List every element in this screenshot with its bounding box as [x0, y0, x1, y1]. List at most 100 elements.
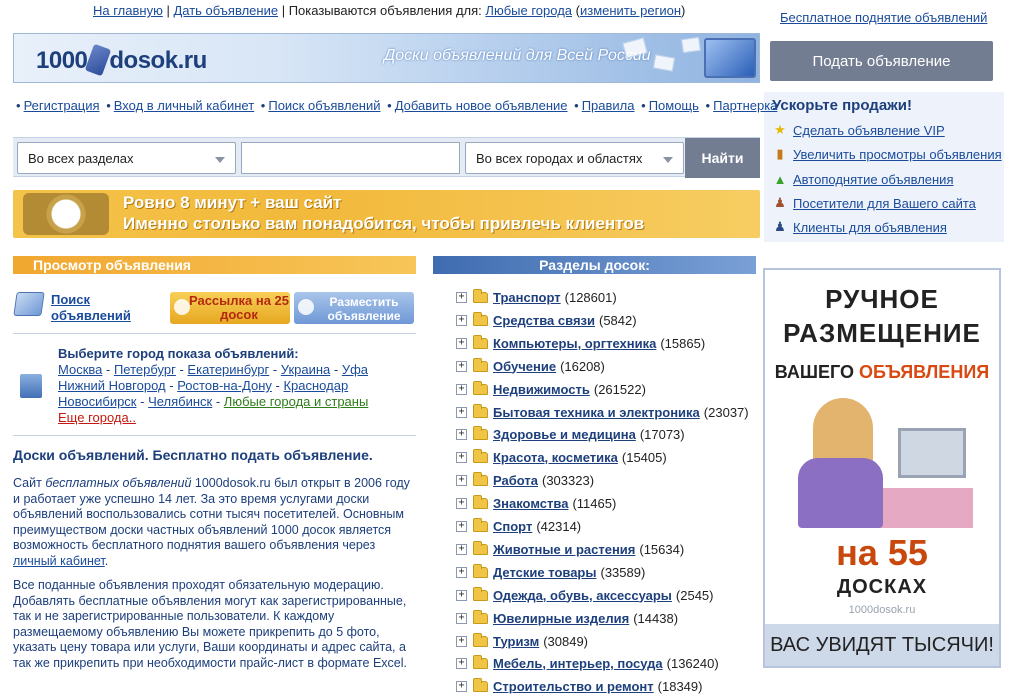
category-link[interactable]: Детские товары — [493, 565, 596, 580]
category-row[interactable]: + Работа (303323) — [456, 471, 594, 489]
nav-partner[interactable]: Партнерка — [713, 98, 777, 113]
category-row[interactable]: + Строительство и ремонт (18349) — [456, 677, 702, 695]
category-row[interactable]: + Детские товары (33589) — [456, 563, 645, 581]
any-cities-countries-link[interactable]: Любые города и страны — [224, 394, 369, 409]
home-link[interactable]: На главную — [93, 3, 163, 18]
search-ads-link[interactable]: Поиск объявлений — [51, 292, 146, 324]
expand-icon[interactable]: + — [456, 291, 467, 303]
city-link[interactable]: Петербург — [114, 362, 176, 377]
place-ad-button[interactable]: Разместить объявление — [294, 292, 414, 324]
nav-add-ad[interactable]: Добавить новое объявление — [395, 98, 568, 113]
category-link[interactable]: Спорт — [493, 519, 532, 534]
manual-placement-ad[interactable]: РУЧНОЕ РАЗМЕЩЕНИЕ ВАШЕГО ОБЪЯВЛЕНИЯ на 5… — [763, 268, 1001, 668]
city-link[interactable]: Челябинск — [148, 394, 212, 409]
boost-item-autoraise[interactable]: ▲ Автоподнятие объявления — [772, 169, 954, 189]
category-row[interactable]: + Туризм (30849) — [456, 632, 588, 650]
boost-item-visitors[interactable]: ♟ Посетители для Вашего сайта — [772, 193, 976, 213]
city-link[interactable]: Украина — [281, 362, 331, 377]
expand-icon[interactable]: + — [456, 543, 467, 555]
site-logo[interactable]: 1000 dosok.ru — [36, 43, 207, 77]
expand-icon[interactable]: + — [456, 566, 467, 578]
post-ad-button[interactable]: Подать объявление — [770, 41, 993, 81]
section-select[interactable]: Во всех разделах — [17, 142, 236, 174]
expand-icon[interactable]: + — [456, 589, 467, 601]
category-row[interactable]: + Знакомства (11465) — [456, 494, 616, 512]
nav-help[interactable]: Помощь — [649, 98, 699, 113]
category-link[interactable]: Животные и растения — [493, 542, 635, 557]
search-button[interactable]: Найти — [685, 138, 760, 178]
category-link[interactable]: Строительство и ремонт — [493, 679, 654, 694]
city-link[interactable]: Уфа — [342, 362, 368, 377]
boost-item-label[interactable]: Увеличить просмотры объявления — [793, 147, 1002, 162]
category-row[interactable]: + Одежда, обувь, аксессуары (2545) — [456, 586, 713, 604]
expand-icon[interactable]: + — [456, 337, 467, 349]
category-link[interactable]: Компьютеры, оргтехника — [493, 336, 656, 351]
boost-item-views[interactable]: ▮ Увеличить просмотры объявления — [772, 144, 1002, 164]
expand-icon[interactable]: + — [456, 612, 467, 624]
category-row[interactable]: + Транспорт (128601) — [456, 288, 617, 306]
category-link[interactable]: Знакомства — [493, 496, 568, 511]
boost-item-label[interactable]: Автоподнятие объявления — [793, 172, 954, 187]
category-row[interactable]: + Компьютеры, оргтехника (15865) — [456, 334, 705, 352]
category-link[interactable]: Работа — [493, 473, 538, 488]
boost-item-clients[interactable]: ♟ Клиенты для объявления — [772, 217, 947, 237]
category-row[interactable]: + Недвижимость (261522) — [456, 380, 646, 398]
nav-login[interactable]: Вход в личный кабинет — [114, 98, 254, 113]
category-link[interactable]: Бытовая техника и электроника — [493, 405, 700, 420]
category-row[interactable]: + Животные и растения (15634) — [456, 540, 684, 558]
category-link[interactable]: Ювелирные изделия — [493, 611, 629, 626]
city-link[interactable]: Краснодар — [283, 378, 348, 393]
post-ad-link[interactable]: Дать объявление — [173, 3, 278, 18]
category-link[interactable]: Здоровье и медицина — [493, 427, 636, 442]
expand-icon[interactable]: + — [456, 635, 467, 647]
category-link[interactable]: Одежда, обувь, аксессуары — [493, 588, 672, 603]
boost-item-label[interactable]: Сделать объявление VIP — [793, 123, 945, 138]
mailing-button[interactable]: Рассылка на 25 досок — [170, 292, 290, 324]
expand-icon[interactable]: + — [456, 451, 467, 463]
expand-icon[interactable]: + — [456, 680, 467, 692]
city-link[interactable]: Нижний Новгород — [58, 378, 166, 393]
category-link[interactable]: Красота, косметика — [493, 450, 618, 465]
expand-icon[interactable]: + — [456, 360, 467, 372]
region-select[interactable]: Во всех городах и областях — [465, 142, 684, 174]
header-banner[interactable]: 1000 dosok.ru Доски объявлений для Всей Р… — [13, 33, 760, 83]
category-row[interactable]: + Здоровье и медицина (17073) — [456, 425, 685, 443]
category-link[interactable]: Недвижимость — [493, 382, 590, 397]
search-input[interactable] — [241, 142, 460, 174]
category-row[interactable]: + Средства связи (5842) — [456, 311, 637, 329]
personal-cabinet-link[interactable]: личный кабинет — [13, 554, 105, 568]
city-link[interactable]: Новосибирск — [58, 394, 137, 409]
category-row[interactable]: + Ювелирные изделия (14438) — [456, 609, 678, 627]
search-ads-link-block[interactable]: Поиск объявлений — [13, 292, 146, 324]
nav-rules[interactable]: Правила — [582, 98, 635, 113]
boost-item-label[interactable]: Клиенты для объявления — [793, 220, 947, 235]
city-link[interactable]: Ростов-на-Дону — [177, 378, 272, 393]
category-row[interactable]: + Обучение (16208) — [456, 357, 605, 375]
category-link[interactable]: Транспорт — [493, 290, 561, 305]
expand-icon[interactable]: + — [456, 657, 467, 669]
nav-search[interactable]: Поиск объявлений — [268, 98, 380, 113]
change-region-link[interactable]: изменить регион — [580, 3, 681, 18]
category-link[interactable]: Мебель, интерьер, посуда — [493, 656, 663, 671]
expand-icon[interactable]: + — [456, 383, 467, 395]
expand-icon[interactable]: + — [456, 474, 467, 486]
category-row[interactable]: + Спорт (42314) — [456, 517, 581, 535]
category-row[interactable]: + Мебель, интерьер, посуда (136240) — [456, 654, 719, 672]
expand-icon[interactable]: + — [456, 520, 467, 532]
category-row[interactable]: + Бытовая техника и электроника (23037) — [456, 403, 749, 421]
city-link[interactable]: Екатеринбург — [187, 362, 269, 377]
boost-item-vip[interactable]: ★ Сделать объявление VIP — [772, 120, 945, 140]
free-raise-link[interactable]: Бесплатное поднятие объявлений — [780, 10, 987, 25]
category-link[interactable]: Обучение — [493, 359, 556, 374]
boost-item-label[interactable]: Посетители для Вашего сайта — [793, 196, 976, 211]
more-cities-link[interactable]: Еще города.. — [58, 410, 136, 425]
city-link[interactable]: Москва — [58, 362, 102, 377]
expand-icon[interactable]: + — [456, 314, 467, 326]
any-cities-link[interactable]: Любые города — [485, 3, 572, 18]
category-link[interactable]: Средства связи — [493, 313, 595, 328]
expand-icon[interactable]: + — [456, 406, 467, 418]
nav-register[interactable]: Регистрация — [24, 98, 100, 113]
category-row[interactable]: + Красота, косметика (15405) — [456, 448, 667, 466]
category-link[interactable]: Туризм — [493, 634, 539, 649]
expand-icon[interactable]: + — [456, 428, 467, 440]
